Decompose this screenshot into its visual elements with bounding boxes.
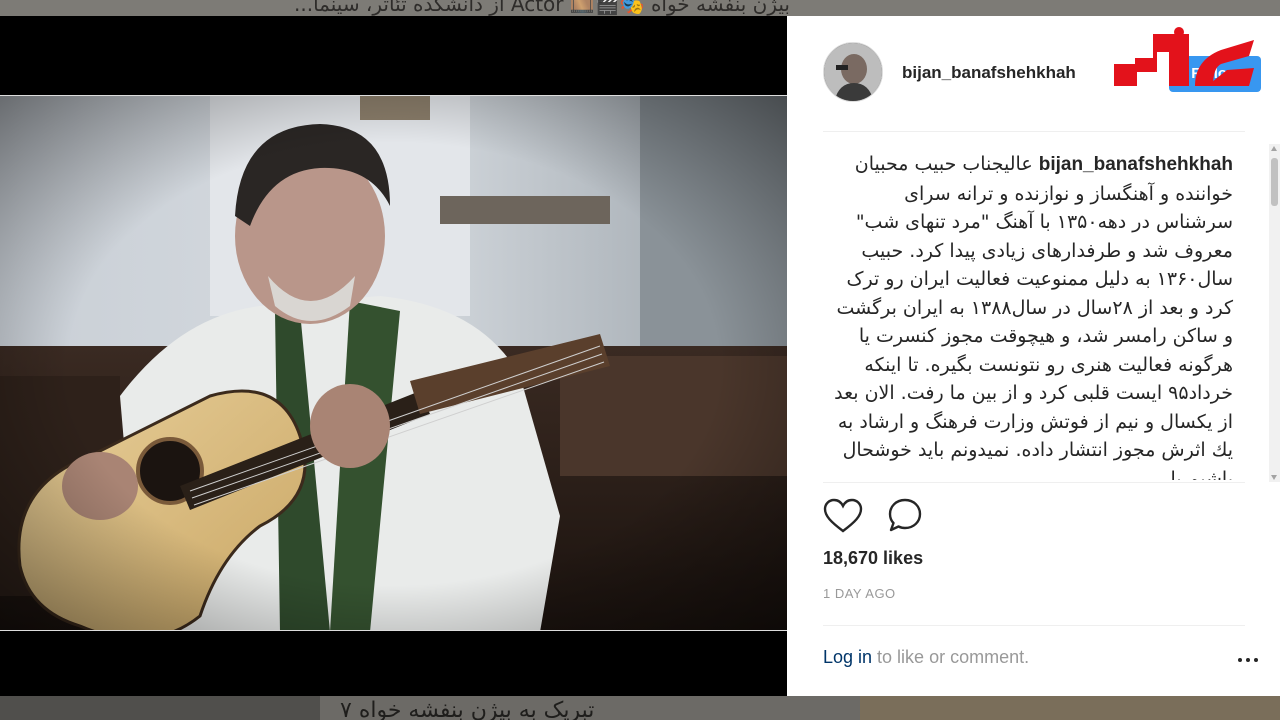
scroll-down-arrow-icon[interactable]: [1271, 475, 1277, 480]
scroll-up-arrow-icon[interactable]: [1271, 146, 1277, 151]
comment-icon[interactable]: [885, 496, 925, 536]
login-prompt-text: to like or comment.: [872, 647, 1030, 667]
background-footer-image-left: [0, 696, 320, 720]
post-caption: bijan_banafshehkhah عالیجناب حبیب محبیان…: [823, 150, 1233, 480]
caption-scrollbar[interactable]: [1269, 144, 1280, 482]
more-dot: [1254, 658, 1258, 662]
post-header: bijan_banafshehkhah Follow: [787, 16, 1280, 132]
post-details-panel: bijan_banafshehkhah Follow bijan_banafsh…: [787, 16, 1280, 696]
background-footer-image-right: [860, 696, 1280, 720]
background-header-text: بیژن بنفشه خواه 🎭🎬🎞️ Actor از دانشکده تئ…: [294, 0, 790, 16]
post-timestamp[interactable]: 1 DAY AGO: [823, 586, 896, 601]
background-page-header: بیژن بنفشه خواه 🎭🎬🎞️ Actor از دانشکده تئ…: [0, 0, 1280, 16]
post-media-panel: [0, 16, 787, 696]
caption-text: عالیجناب حبیب محبیان خواننده و آهنگساز و…: [834, 153, 1233, 480]
background-footer-text: تبریک به بیژن بنفشه خواه ۷: [340, 698, 595, 720]
post-photo-image: [0, 96, 787, 630]
more-options-icon[interactable]: [1237, 646, 1259, 670]
caption-scroll-area[interactable]: bijan_banafshehkhah عالیجناب حبیب محبیان…: [823, 150, 1245, 480]
caption-divider: [823, 482, 1245, 483]
scrollbar-thumb[interactable]: [1271, 158, 1278, 206]
caption-username[interactable]: bijan_banafshehkhah: [1039, 154, 1233, 175]
post-username[interactable]: bijan_banafshehkhah: [902, 63, 1076, 83]
heart-icon[interactable]: [823, 496, 863, 536]
login-link[interactable]: Log in: [823, 647, 872, 667]
avatar[interactable]: [823, 42, 883, 102]
header-divider: [823, 131, 1245, 132]
likes-count[interactable]: 18,670 likes: [823, 548, 923, 569]
post-actions: [823, 496, 1023, 536]
page-root: بیژن بنفشه خواه 🎭🎬🎞️ Actor از دانشکده تئ…: [0, 0, 1280, 720]
avatar-image: [824, 43, 882, 101]
more-dot: [1246, 658, 1250, 662]
footer-divider: [823, 625, 1245, 626]
site-logo-watermark-icon: [1114, 27, 1254, 86]
post-photo[interactable]: [0, 95, 787, 631]
more-dot: [1238, 658, 1242, 662]
login-prompt: Log in to like or comment.: [823, 647, 1029, 668]
